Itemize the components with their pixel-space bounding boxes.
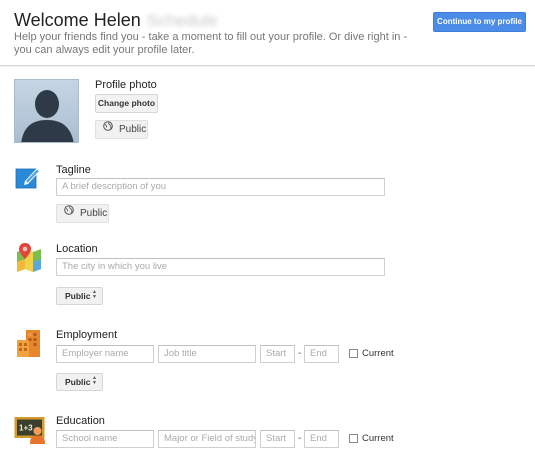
select-arrows-icon: ▲ ▼: [92, 375, 97, 386]
date-separator: -: [298, 433, 302, 444]
change-photo-button[interactable]: Change photo: [95, 94, 158, 113]
employment-visibility-select[interactable]: Public ▲ ▼: [56, 373, 103, 391]
school-name-input[interactable]: School name: [56, 430, 154, 448]
location-visibility-select[interactable]: Public ▲ ▼: [56, 287, 103, 305]
svg-text:1+3: 1+3: [19, 424, 33, 433]
employment-end-input[interactable]: End: [304, 345, 339, 363]
visibility-label: Public: [65, 291, 91, 301]
tagline-input[interactable]: A brief description of you: [56, 178, 385, 196]
user-name-blurred: Schedule: [146, 11, 218, 30]
date-separator: -: [298, 348, 302, 359]
tagline-label: Tagline: [56, 164, 91, 176]
page-subtitle: Help your friends find you - take a mome…: [14, 31, 408, 56]
globe-icon: [64, 204, 74, 221]
profile-photo-label: Profile photo: [95, 79, 157, 91]
education-label: Education: [56, 415, 105, 427]
education-end-input[interactable]: End: [304, 430, 339, 448]
location-label: Location: [56, 243, 98, 255]
visibility-label: Public: [80, 208, 108, 219]
tagline-pencil-icon: [15, 166, 41, 195]
map-pin-icon: [15, 242, 43, 277]
building-icon: [16, 328, 42, 363]
education-current-label: Current: [362, 433, 394, 444]
visibility-label: Public: [119, 124, 147, 135]
education-current-checkbox[interactable]: [349, 434, 358, 443]
photo-visibility-button[interactable]: Public: [95, 120, 148, 139]
avatar[interactable]: [14, 79, 79, 143]
education-start-input[interactable]: Start: [260, 430, 295, 448]
job-title-input[interactable]: Job title: [158, 345, 256, 363]
visibility-label: Public: [65, 377, 91, 387]
major-field-input[interactable]: Major or Field of study: [158, 430, 256, 448]
employer-name-input[interactable]: Employer name: [56, 345, 154, 363]
continue-to-profile-button[interactable]: Continue to my profile: [433, 12, 526, 32]
select-arrows-icon: ▲ ▼: [92, 289, 97, 300]
tagline-visibility-button[interactable]: Public: [56, 204, 109, 223]
page-title: Welcome Helen Schedule: [14, 10, 218, 31]
employment-label: Employment: [56, 329, 118, 341]
header: Welcome Helen Schedule Help your friends …: [0, 0, 535, 66]
globe-icon: [103, 120, 113, 137]
location-input[interactable]: The city in which you live: [56, 258, 385, 276]
employment-current-label: Current: [362, 348, 394, 359]
default-avatar-silhouette-icon: [15, 80, 78, 142]
chalkboard-icon: 1+3: [14, 416, 46, 449]
welcome-text: Welcome Helen: [14, 10, 141, 30]
employment-current-checkbox[interactable]: [349, 349, 358, 358]
employment-start-input[interactable]: Start: [260, 345, 295, 363]
